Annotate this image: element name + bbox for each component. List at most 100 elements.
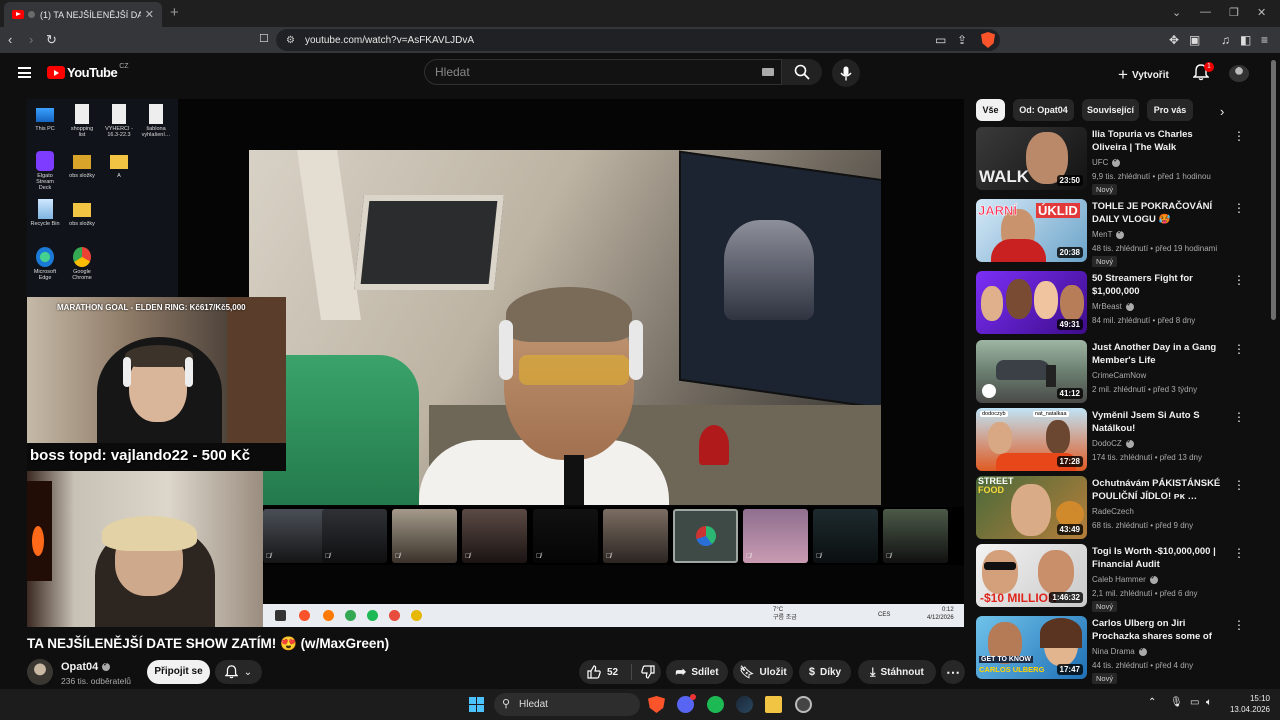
sidebar-icon[interactable]: ▣ [1189, 33, 1200, 47]
share-page-icon[interactable]: ⇪ [957, 33, 967, 47]
download-button[interactable]: ⤓ Stáhnout [858, 660, 936, 684]
more-actions-button[interactable]: ⋯ [941, 660, 965, 684]
cast-icon[interactable]: ▭ [935, 33, 946, 47]
hamburger-menu-icon[interactable] [18, 67, 31, 78]
participant-tile[interactable]: 🎙̸ [743, 509, 808, 563]
new-tab-button[interactable]: + [170, 4, 179, 21]
more-options-icon[interactable]: ⋮ [1233, 129, 1245, 143]
account-avatar[interactable] [1229, 65, 1249, 82]
page-scrollbar[interactable] [1271, 60, 1276, 320]
close-tab-icon[interactable]: ✕ [145, 8, 154, 21]
forward-icon[interactable]: › [29, 32, 33, 47]
like-button[interactable]: 52 [587, 665, 618, 679]
app-icon[interactable] [795, 696, 812, 713]
voice-search-button[interactable] [832, 59, 860, 87]
recommended-video[interactable]: -$10 MILLION 1:46:32 Togi Is Worth -$10,… [976, 544, 1246, 612]
steam-icon[interactable] [736, 696, 753, 713]
more-options-icon[interactable]: ⋮ [1233, 201, 1245, 215]
back-icon[interactable]: ‹ [8, 32, 12, 47]
chip-from-channel[interactable]: Od: Opat04 [1013, 99, 1074, 121]
volume-icon[interactable]: 🔈︎ [1206, 697, 1212, 708]
share-button[interactable]: ➦ Sdílet [666, 660, 728, 684]
browser-tab[interactable]: (1) TA NEJŠÍLENĚJŠÍ DATE SH… ✕ [4, 2, 162, 27]
recommended-video[interactable]: STREET FOOD 43:49 Ochutnávám PÁKISTÁNSKÉ … [976, 476, 1246, 539]
search-button[interactable] [782, 59, 822, 85]
channel-avatar[interactable] [27, 659, 53, 685]
site-info-icon[interactable]: ⚙ [286, 35, 295, 46]
participant-tile[interactable]: 🎙̸ [392, 509, 457, 563]
video-meta: 2,1 mil. zhlédnutí • před 6 dny [1092, 589, 1198, 598]
video-thumbnail[interactable]: 41:12 [976, 340, 1087, 403]
microphone-tray-icon[interactable]: 🎙︎ [1170, 697, 1183, 708]
video-duration: 17:28 [1056, 456, 1083, 467]
more-options-icon[interactable]: ⋮ [1233, 546, 1245, 560]
search-input[interactable] [425, 60, 725, 84]
video-thumbnail[interactable]: dodoczyb nat_natalkaa 17:28 [976, 408, 1087, 471]
recommended-video[interactable]: 41:12 Just Another Day in a Gang Member'… [976, 340, 1246, 403]
video-thumbnail[interactable]: GET TO KNOW CARLOS ULBERG 17:47 [976, 616, 1087, 679]
menu-icon[interactable]: ≡ [1261, 33, 1268, 47]
recommended-video[interactable]: GET TO KNOW CARLOS ULBERG 17:47 Carlos U… [976, 616, 1246, 684]
chip-for-you[interactable]: Pro vás [1147, 99, 1193, 121]
video-thumbnail[interactable]: JARNÍ ÚKLID 20:38 [976, 199, 1087, 262]
address-bar[interactable]: ⚙ youtube.com/watch?v=AsFKAVLJDvA [276, 29, 1000, 51]
media-icon[interactable]: ♫ [1221, 33, 1230, 47]
youtube-logo[interactable]: YouTube CZ [47, 63, 129, 80]
save-button[interactable]: 🔖︎ Uložit [733, 660, 793, 684]
participant-tile[interactable]: 🎙̸ [603, 509, 668, 563]
tray-overflow-icon[interactable]: ⌃ [1148, 697, 1156, 708]
chip-all[interactable]: Vše [976, 99, 1005, 121]
more-options-icon[interactable]: ⋮ [1233, 618, 1245, 632]
taskbar-search[interactable]: ⚲ Hledat [494, 693, 640, 716]
video-thumbnail[interactable]: -$10 MILLION 1:46:32 [976, 544, 1087, 607]
more-options-icon[interactable]: ⋮ [1233, 342, 1245, 356]
brave-browser-icon[interactable] [648, 696, 665, 713]
more-options-icon[interactable]: ⋮ [1233, 478, 1245, 492]
network-icon[interactable]: ▭ [1190, 697, 1199, 708]
video-thumbnail[interactable]: WALK 23:50 [976, 127, 1087, 190]
video-thumbnail[interactable]: STREET FOOD 43:49 [976, 476, 1087, 539]
participant-tile[interactable]: 🎙̸ [883, 509, 948, 563]
recommended-video[interactable]: dodoczyb nat_natalkaa 17:28 Vyměnil Jsem… [976, 408, 1246, 471]
taskbar-clock[interactable]: 15:10 13.04.2026 [1226, 693, 1270, 715]
participant-tile[interactable]: 🎙̸ [813, 509, 878, 563]
participant-tile-camera-off[interactable] [673, 509, 738, 563]
participant-tile[interactable]: 🎙̸ [322, 509, 387, 563]
discord-badge [690, 694, 696, 700]
video-thumbnail[interactable]: 49:31 [976, 271, 1087, 334]
participant-tile[interactable]: 🎙̸ [533, 509, 598, 563]
extensions-icon[interactable]: ✥ [1169, 33, 1179, 47]
participant-tile[interactable]: 🎙̸ [263, 509, 328, 563]
more-options-icon[interactable]: ⋮ [1233, 410, 1245, 424]
guest-webcam [27, 471, 263, 627]
join-button[interactable]: Připojit se [147, 660, 210, 684]
minimize-button[interactable]: — [1200, 6, 1211, 18]
participant-tile[interactable]: 🎙̸ [462, 509, 527, 563]
close-window-button[interactable]: ✕ [1257, 6, 1266, 19]
subscription-bell-button[interactable]: ⌄ [215, 660, 262, 684]
spotify-icon[interactable] [707, 696, 724, 713]
recommended-video[interactable]: WALK 23:50 Ilia Topuria vs Charles Olive… [976, 127, 1246, 195]
dislike-button[interactable] [641, 665, 655, 679]
split-view-icon[interactable]: ◧ [1240, 33, 1251, 47]
tab-search-icon[interactable]: ⌄ [1172, 6, 1181, 19]
file-explorer-icon[interactable] [765, 696, 782, 713]
maximize-button[interactable]: ❐ [1229, 6, 1239, 19]
channel-name[interactable]: Opat04 [61, 661, 111, 673]
desktop-icon-edge: Microsoft Edge [30, 247, 60, 281]
chips-next-icon[interactable]: › [1220, 104, 1224, 119]
windows-start-icon[interactable] [469, 697, 484, 712]
recommended-video[interactable]: 49:31 50 Streamers Fight for $1,000,000 … [976, 271, 1246, 334]
taskbar-app-icon [299, 610, 310, 621]
keyboard-icon[interactable] [762, 68, 774, 76]
reload-icon[interactable]: ↻ [46, 32, 57, 48]
chip-related[interactable]: Související [1082, 99, 1139, 121]
video-duration: 23:50 [1056, 175, 1083, 186]
bookmark-icon[interactable]: ☐ [259, 32, 269, 45]
more-options-icon[interactable]: ⋮ [1233, 273, 1245, 287]
create-button[interactable]: + Vytvořit [1118, 65, 1169, 85]
video-player[interactable]: This PC shopping list VYHERCI - 16.3-22.… [27, 99, 964, 627]
recommended-video[interactable]: JARNÍ ÚKLID 20:38 TOHLE JE POKRAČOVÁNÍ D… [976, 199, 1246, 267]
thanks-button[interactable]: $ Díky [799, 660, 851, 684]
video-duration: 49:31 [1056, 319, 1083, 330]
